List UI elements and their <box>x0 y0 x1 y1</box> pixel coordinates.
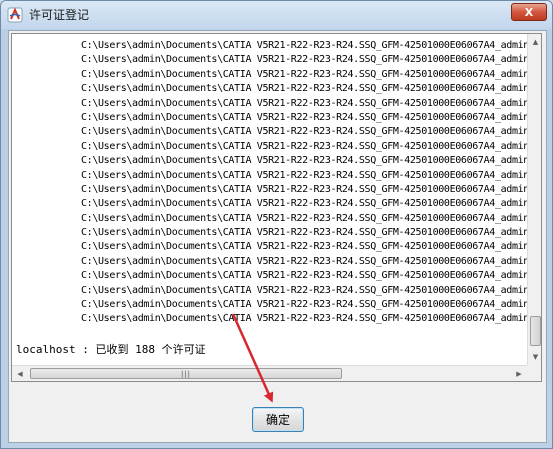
log-line: C:\Users\admin\Documents\CATIA V5R21-R22… <box>81 68 527 80</box>
log-line: C:\Users\admin\Documents\CATIA V5R21-R22… <box>81 241 527 253</box>
log-line: C:\Users\admin\Documents\CATIA V5R21-R22… <box>81 40 527 51</box>
window-title: 许可证登记 <box>29 8 90 22</box>
horizontal-scrollbar[interactable]: ◀ ||| ▶ <box>12 365 527 381</box>
scroll-right-arrow-icon[interactable]: ▶ <box>511 366 527 381</box>
log-line: C:\Users\admin\Documents\CATIA V5R21-R22… <box>81 54 527 66</box>
license-registration-window: 许可证登记 X C:\Users\admin\Documents\CATIA V… <box>0 0 553 449</box>
log-line: C:\Users\admin\Documents\CATIA V5R21-R22… <box>81 198 527 210</box>
title-bar[interactable]: 许可证登记 X <box>1 1 552 29</box>
license-log-textbox[interactable]: C:\Users\admin\Documents\CATIA V5R21-R22… <box>11 33 542 382</box>
log-line: C:\Users\admin\Documents\CATIA V5R21-R22… <box>81 126 527 138</box>
log-line: C:\Users\admin\Documents\CATIA V5R21-R22… <box>81 140 527 152</box>
log-line: C:\Users\admin\Documents\CATIA V5R21-R22… <box>81 270 527 282</box>
close-button[interactable]: X <box>511 3 547 21</box>
horizontal-scroll-thumb[interactable]: ||| <box>30 368 342 379</box>
log-line: C:\Users\admin\Documents\CATIA V5R21-R22… <box>81 155 527 167</box>
log-line: C:\Users\admin\Documents\CATIA V5R21-R22… <box>81 97 527 109</box>
catia-app-icon <box>7 7 23 23</box>
status-line: localhost : 已收到 188 个许可证 <box>16 343 206 356</box>
vertical-scroll-thumb[interactable] <box>530 316 541 346</box>
scrollbar-corner <box>527 365 541 381</box>
scroll-down-arrow-icon[interactable]: ▼ <box>528 349 541 365</box>
scroll-grip: ||| <box>180 369 192 378</box>
ok-button[interactable]: 确定 <box>252 407 304 432</box>
log-line: C:\Users\admin\Documents\CATIA V5R21-R22… <box>81 183 527 195</box>
scroll-left-arrow-icon[interactable]: ◀ <box>12 366 28 381</box>
scroll-up-arrow-icon[interactable]: ▲ <box>528 34 541 50</box>
log-line: C:\Users\admin\Documents\CATIA V5R21-R22… <box>81 83 527 95</box>
log-line: C:\Users\admin\Documents\CATIA V5R21-R22… <box>81 169 527 181</box>
log-line: C:\Users\admin\Documents\CATIA V5R21-R22… <box>81 111 527 123</box>
log-line: C:\Users\admin\Documents\CATIA V5R21-R22… <box>81 255 527 267</box>
log-line: C:\Users\admin\Documents\CATIA V5R21-R22… <box>81 212 527 224</box>
log-line: C:\Users\admin\Documents\CATIA V5R21-R22… <box>81 284 527 296</box>
log-line: C:\Users\admin\Documents\CATIA V5R21-R22… <box>81 227 527 239</box>
close-icon: X <box>524 5 534 19</box>
log-line: C:\Users\admin\Documents\CATIA V5R21-R22… <box>81 313 527 325</box>
log-lines: C:\Users\admin\Documents\CATIA V5R21-R22… <box>81 39 527 327</box>
dialog-content: C:\Users\admin\Documents\CATIA V5R21-R22… <box>8 30 547 443</box>
log-line: C:\Users\admin\Documents\CATIA V5R21-R22… <box>81 299 527 311</box>
vertical-scrollbar[interactable]: ▲ ▼ <box>527 34 541 365</box>
